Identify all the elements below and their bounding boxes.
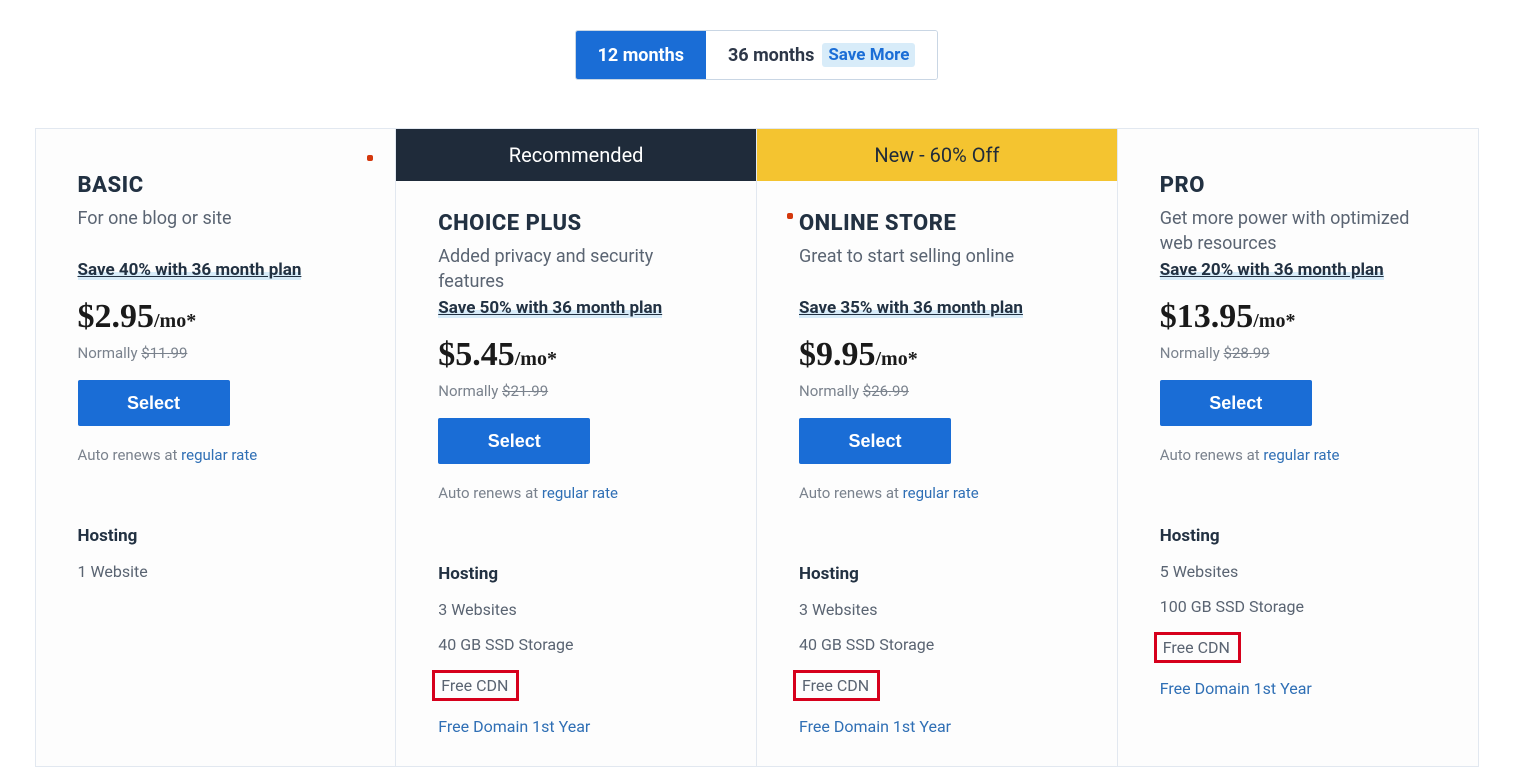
- price-amount: $2.95: [78, 298, 155, 335]
- select-button[interactable]: Select: [799, 418, 951, 464]
- feature-item: 5 Websites: [1160, 562, 1436, 581]
- feature-item: 3 Websites: [799, 600, 1075, 619]
- select-button[interactable]: Select: [438, 418, 590, 464]
- plan-desc: Get more power with optimized web resour…: [1160, 206, 1436, 260]
- regular-rate-link[interactable]: regular rate: [181, 446, 257, 464]
- normally-price: Normally $26.99: [799, 382, 1075, 400]
- feature-item: 40 GB SSD Storage: [438, 635, 714, 654]
- recommended-banner: Recommended: [396, 129, 756, 181]
- hosting-heading: Hosting: [78, 526, 354, 546]
- plan-name: BASIC: [78, 173, 354, 198]
- price-unit: /mo*: [154, 310, 196, 332]
- regular-rate-link[interactable]: regular rate: [542, 484, 618, 502]
- save-with-36[interactable]: Save 50% with 36 month plan: [438, 298, 662, 318]
- auto-renew-note: Auto renews at regular rate: [1160, 446, 1436, 464]
- feature-item: 100 GB SSD Storage: [1160, 597, 1436, 616]
- renew-prefix: Auto renews at: [78, 446, 182, 464]
- price-amount: $9.95: [799, 336, 876, 373]
- plan-price: $2.95/mo*: [78, 298, 354, 336]
- auto-renew-note: Auto renews at regular rate: [78, 446, 354, 464]
- select-button[interactable]: Select: [78, 380, 230, 426]
- normally-prefix: Normally: [799, 382, 863, 400]
- renew-prefix: Auto renews at: [1160, 446, 1264, 464]
- plan-price: $9.95/mo*: [799, 336, 1075, 374]
- price-unit: /mo*: [515, 348, 557, 370]
- select-button[interactable]: Select: [1160, 380, 1312, 426]
- feature-item: 3 Websites: [438, 600, 714, 619]
- plan-price: $13.95/mo*: [1160, 298, 1436, 336]
- plan-pro: PRO Get more power with optimized web re…: [1118, 129, 1478, 766]
- term-toggle: 12 months 36 months Save More: [0, 30, 1513, 80]
- plan-desc: Great to start selling online: [799, 244, 1075, 298]
- feature-item[interactable]: Free Domain 1st Year: [438, 717, 714, 736]
- hosting-heading: Hosting: [1160, 526, 1436, 546]
- term-12-months[interactable]: 12 months: [576, 31, 706, 79]
- price-unit: /mo*: [1253, 310, 1295, 332]
- normally-amount: $28.99: [1224, 344, 1270, 362]
- marker-dot-icon: [787, 213, 793, 219]
- term-toggle-group: 12 months 36 months Save More: [575, 30, 939, 80]
- marker-dot-icon: [367, 155, 373, 161]
- save-with-36[interactable]: Save 35% with 36 month plan: [799, 298, 1023, 318]
- plan-basic: BASIC For one blog or site Save 40% with…: [36, 129, 397, 766]
- plan-desc: For one blog or site: [78, 206, 354, 260]
- normally-amount: $11.99: [141, 344, 187, 362]
- feature-item: 40 GB SSD Storage: [799, 635, 1075, 654]
- new-banner: New - 60% Off: [757, 129, 1117, 181]
- normally-price: Normally $21.99: [438, 382, 714, 400]
- normally-prefix: Normally: [438, 382, 502, 400]
- regular-rate-link[interactable]: regular rate: [903, 484, 979, 502]
- highlight-box: Free CDN: [432, 670, 519, 701]
- auto-renew-note: Auto renews at regular rate: [799, 484, 1075, 502]
- plan-online-store: New - 60% Off ONLINE STORE Great to star…: [757, 129, 1118, 766]
- feature-item: Free CDN: [438, 670, 714, 701]
- normally-amount: $21.99: [502, 382, 548, 400]
- price-amount: $5.45: [438, 336, 515, 373]
- pricing-plans: BASIC For one blog or site Save 40% with…: [35, 128, 1479, 767]
- hosting-heading: Hosting: [438, 564, 714, 584]
- plan-name: CHOICE PLUS: [438, 211, 714, 236]
- renew-prefix: Auto renews at: [438, 484, 542, 502]
- term-36-label: 36 months: [728, 45, 814, 66]
- normally-prefix: Normally: [1160, 344, 1224, 362]
- feature-item[interactable]: Free Domain 1st Year: [799, 717, 1075, 736]
- save-with-36[interactable]: Save 20% with 36 month plan: [1160, 260, 1384, 280]
- feature-item: Free CDN: [799, 670, 1075, 701]
- price-amount: $13.95: [1160, 298, 1254, 335]
- save-with-36[interactable]: Save 40% with 36 month plan: [78, 260, 302, 280]
- plan-name: PRO: [1160, 173, 1436, 198]
- plan-price: $5.45/mo*: [438, 336, 714, 374]
- hosting-heading: Hosting: [799, 564, 1075, 584]
- save-more-pill: Save More: [822, 43, 915, 67]
- auto-renew-note: Auto renews at regular rate: [438, 484, 714, 502]
- highlight-box: Free CDN: [1154, 632, 1241, 663]
- normally-amount: $26.99: [863, 382, 909, 400]
- regular-rate-link[interactable]: regular rate: [1263, 446, 1339, 464]
- renew-prefix: Auto renews at: [799, 484, 903, 502]
- term-36-months[interactable]: 36 months Save More: [706, 31, 937, 79]
- highlight-box: Free CDN: [793, 670, 880, 701]
- feature-item: Free CDN: [1160, 632, 1436, 663]
- plan-name: ONLINE STORE: [799, 211, 1075, 236]
- normally-price: Normally $28.99: [1160, 344, 1436, 362]
- feature-item: 1 Website: [78, 562, 354, 581]
- normally-price: Normally $11.99: [78, 344, 354, 362]
- feature-item[interactable]: Free Domain 1st Year: [1160, 679, 1436, 698]
- plan-desc: Added privacy and security features: [438, 244, 714, 298]
- price-unit: /mo*: [876, 348, 918, 370]
- plan-choice-plus: Recommended CHOICE PLUS Added privacy an…: [396, 129, 757, 766]
- normally-prefix: Normally: [78, 344, 142, 362]
